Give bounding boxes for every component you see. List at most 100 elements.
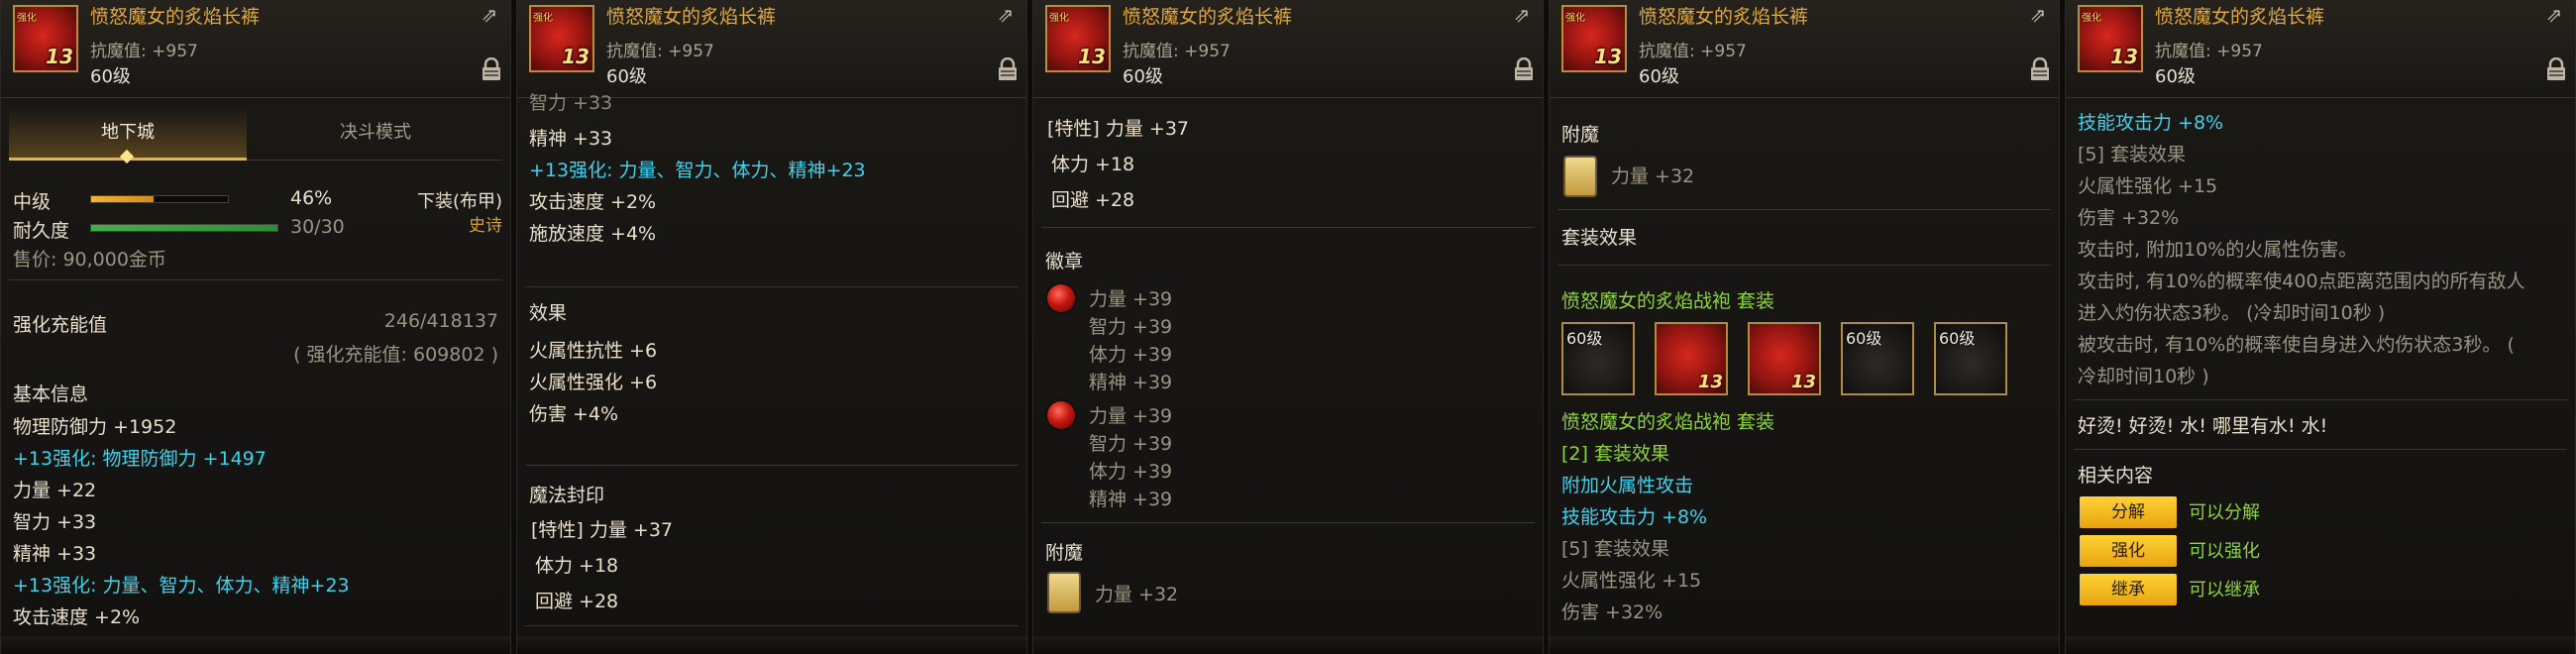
- seal-line: 体力 +18: [1051, 154, 1135, 175]
- emblem-gem-icon: [1047, 401, 1075, 429]
- set-item-slot[interactable]: 60级: [1841, 322, 1914, 395]
- set-item-slot[interactable]: 13: [1748, 322, 1821, 395]
- item-type-line: 抗魔值: +957: [2155, 42, 2263, 61]
- lock-icon[interactable]: [2545, 57, 2567, 81]
- stat-line: 力量 +22: [13, 480, 97, 501]
- item-level: 60级: [606, 66, 647, 87]
- icon-tag: 强化: [2082, 13, 2101, 24]
- emblem-line: 智力 +39: [1089, 433, 1173, 455]
- set-bonus-line: 攻击时, 有10%的概率使400点距离范围内的所有敌人: [2078, 271, 2525, 292]
- disassemble-button[interactable]: 分解: [2080, 496, 2177, 528]
- item-type-line: 抗魔值: +957: [90, 42, 198, 61]
- item-icon: 强化 13: [2078, 5, 2143, 72]
- tab-pvp[interactable]: 决斗模式: [257, 108, 494, 158]
- stat-line: +13强化: 力量、智力、体力、精神+23: [529, 160, 866, 181]
- inherit-button[interactable]: 继承: [2080, 574, 2177, 605]
- seal-line: [特性] 力量 +37: [531, 519, 674, 541]
- item-header: 强化 13 愤怒魔女的炙焰长裤 抗魔值: +957 60级 ⇗: [1033, 0, 1543, 98]
- item-type-line: 抗魔值: +957: [1123, 42, 1231, 61]
- seal-header: 魔法封印: [529, 485, 605, 506]
- set-item-slot[interactable]: 13: [1655, 322, 1728, 395]
- set-item-slot[interactable]: 60级: [1934, 322, 2007, 395]
- set-bonus-line: 火属性强化 +15: [1561, 570, 1702, 592]
- grade-label: 中级: [13, 191, 52, 213]
- durability-value: 30/30: [290, 216, 345, 238]
- set-bonus-line: 火属性强化 +15: [2078, 175, 2218, 197]
- share-icon[interactable]: ⇗: [1509, 4, 1535, 26]
- tooltip-panel-3: 强化 13 愤怒魔女的炙焰长裤 抗魔值: +957 60级 ⇗ [特性] 力量 …: [1032, 0, 1544, 654]
- emblem-line: 体力 +39: [1089, 344, 1173, 366]
- item-level: 60级: [90, 66, 131, 87]
- enhance-button[interactable]: 强化: [2080, 535, 2177, 567]
- divider: [1041, 522, 1535, 523]
- stat-line: 施放速度 +4%: [529, 223, 657, 245]
- divider: [525, 465, 1019, 466]
- lock-icon[interactable]: [1513, 57, 1535, 81]
- item-icon: 强化 13: [1561, 5, 1627, 72]
- charge-value: 246/418137: [383, 310, 498, 332]
- tooltip-panel-1: 强化 13 愤怒魔女的炙焰长裤 抗魔值: +957 60级 ⇗ 地下城 决斗模式…: [0, 0, 511, 654]
- stat-line: 攻击速度 +2%: [13, 606, 141, 628]
- set-name: 愤怒魔女的炙焰战袍 套装: [1561, 290, 1775, 312]
- enchant-card-icon: [1047, 572, 1081, 613]
- stat-line: 物理防御力 +1952: [13, 416, 177, 438]
- enchant-header: 附魔: [1045, 542, 1084, 564]
- seal-line: 体力 +18: [535, 555, 619, 577]
- icon-tag: 强化: [1565, 13, 1585, 24]
- stat-line: 攻击速度 +2%: [529, 191, 657, 213]
- icon-level: 13: [1594, 45, 1622, 68]
- item-header: 强化 13 愤怒魔女的炙焰长裤 抗魔值: +957 60级 ⇗: [517, 0, 1026, 98]
- enchant-line: 力量 +32: [1611, 165, 1695, 187]
- share-icon[interactable]: ⇗: [2541, 4, 2567, 26]
- set-bonus-label: [5] 套装效果: [2078, 144, 2186, 165]
- stat-line: +13强化: 物理防御力 +1497: [13, 448, 267, 470]
- share-icon[interactable]: ⇗: [2025, 4, 2051, 26]
- seal-line: [特性] 力量 +37: [1047, 118, 1190, 140]
- lock-icon[interactable]: [2029, 57, 2051, 81]
- effect-line: 火属性抗性 +6: [529, 340, 658, 362]
- divider: [1557, 209, 2051, 210]
- set-name: 愤怒魔女的炙焰战袍 套装: [1561, 411, 1775, 433]
- divider: [525, 286, 1019, 287]
- related-header: 相关内容: [2078, 465, 2154, 487]
- durability-bar: [90, 224, 278, 232]
- background-strip: [1550, 636, 2059, 654]
- icon-level: 13: [562, 45, 590, 68]
- background-strip: [517, 636, 1026, 654]
- item-name: 愤怒魔女的炙焰长裤: [1123, 6, 1293, 28]
- lock-icon[interactable]: [481, 57, 502, 81]
- lock-icon[interactable]: [997, 57, 1019, 81]
- item-header: 强化 13 愤怒魔女的炙焰长裤 抗魔值: +957 60级 ⇗: [1550, 0, 2059, 98]
- item-icon: 强化 13: [1045, 5, 1111, 72]
- set-bonus-line: 技能攻击力 +8%: [2078, 112, 2224, 134]
- set-bonus-line: 附加火属性攻击: [1561, 475, 1694, 496]
- share-icon[interactable]: ⇗: [993, 4, 1019, 26]
- action-status: 可以继承: [2189, 580, 2260, 600]
- effect-line: 火属性强化 +6: [529, 372, 658, 393]
- set-bonus-line: 冷却时间10秒 ): [2078, 366, 2209, 387]
- share-icon[interactable]: ⇗: [477, 4, 502, 26]
- divider: [525, 625, 1019, 626]
- set-item-slot[interactable]: 60级: [1561, 322, 1635, 395]
- item-header: 强化 13 愤怒魔女的炙焰长裤 抗魔值: +957 60级 ⇗: [2066, 0, 2575, 98]
- effect-header: 效果: [529, 302, 568, 324]
- seal-line: 回避 +28: [535, 591, 619, 612]
- icon-level: 13: [2110, 45, 2138, 68]
- background-strip: [1033, 636, 1543, 654]
- emblem-line: 精神 +39: [1089, 489, 1173, 510]
- action-status: 可以分解: [2189, 502, 2260, 523]
- set-bonus-line: 进入灼伤状态3秒。 (冷却时间10秒 ): [2078, 302, 2386, 324]
- tooltip-panel-4: 强化 13 愤怒魔女的炙焰长裤 抗魔值: +957 60级 ⇗ 附魔 力量 +3…: [1549, 0, 2060, 654]
- item-name: 愤怒魔女的炙焰长裤: [606, 6, 777, 28]
- enchant-header: 附魔: [1561, 124, 1600, 146]
- tooltip-strip: 强化 13 愤怒魔女的炙焰长裤 抗魔值: +957 60级 ⇗ 地下城 决斗模式…: [0, 0, 2576, 654]
- divider: [1041, 227, 1535, 228]
- divider: [2074, 449, 2567, 450]
- flavor-text: 好烫! 好烫! 水! 哪里有水! 水!: [2078, 415, 2328, 437]
- item-name: 愤怒魔女的炙焰长裤: [2155, 6, 2325, 28]
- enchant-card-icon: [1563, 156, 1597, 197]
- enchant-line: 力量 +32: [1095, 584, 1179, 605]
- sell-price: 售价: 90,000金币: [13, 249, 166, 271]
- item-name: 愤怒魔女的炙焰长裤: [1639, 6, 1809, 28]
- mode-tabs: 地下城 决斗模式: [9, 108, 502, 164]
